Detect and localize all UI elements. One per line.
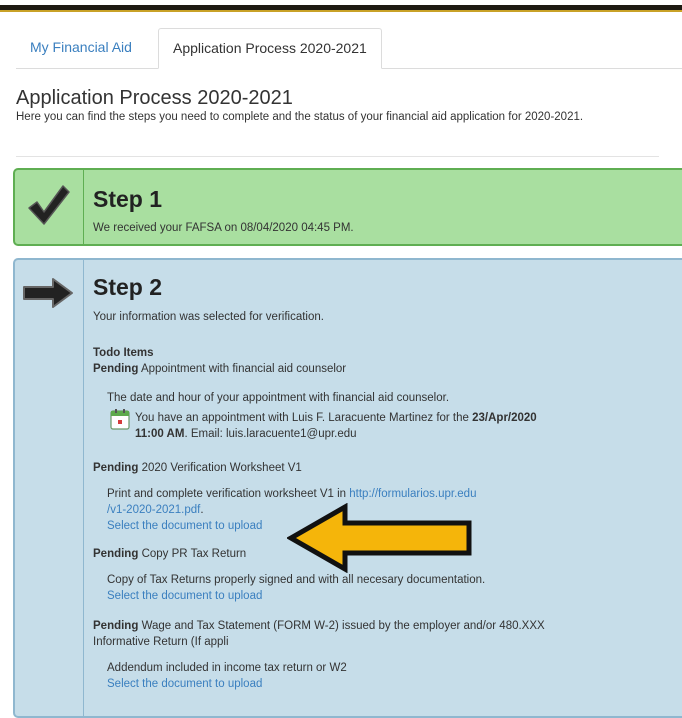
appointment-date: 23/Apr/2020	[472, 412, 537, 424]
divider	[16, 156, 659, 157]
appointment-details: You have an appointment with Luis F. Lar…	[135, 410, 595, 442]
todo-item-w2: Pending Wage and Tax Statement (FORM W-2…	[93, 618, 613, 650]
w2-description: Addendum included in income tax return o…	[107, 662, 347, 674]
todo-item-verification-worksheet: Pending 2020 Verification Worksheet V1	[93, 460, 302, 476]
upload-document-link[interactable]: Select the document to upload	[107, 590, 262, 602]
appointment-time: 11:00 AM	[135, 428, 185, 440]
appointment-prefix: You have an appointment with Luis F. Lar…	[135, 412, 473, 424]
appointment-email: . Email: luis.laracuente1@upr.edu	[184, 428, 357, 440]
todo-item-name: Wage and Tax Statement (FORM W-2) issued…	[141, 620, 545, 632]
step-2-text: Your information was selected for verifi…	[93, 311, 324, 323]
step-1-icon-column	[15, 170, 84, 244]
step-1-panel: Step 1 We received your FAFSA on 08/04/2…	[13, 168, 682, 246]
worksheet-link-suffix: .	[200, 504, 204, 516]
todo-item-description: The date and hour of your appointment wi…	[107, 392, 450, 404]
status-badge: Pending	[93, 462, 139, 474]
step-1-title: Step 1	[93, 186, 163, 212]
tax-return-description: Copy of Tax Returns properly signed and …	[107, 574, 486, 586]
top-accent-bar	[0, 0, 682, 12]
tab-application-process[interactable]: Application Process 2020-2021	[158, 28, 382, 69]
checkmark-icon	[28, 185, 70, 225]
status-badge: Pending	[93, 620, 139, 632]
annotation-arrow-icon	[287, 503, 472, 573]
step-2-icon-column	[15, 260, 84, 716]
tab-my-financial-aid[interactable]: My Financial Aid	[16, 28, 146, 67]
status-badge: Pending	[93, 363, 139, 375]
tab-bar: My Financial Aid Application Process 202…	[16, 24, 682, 69]
todo-item-name: Appointment with financial aid counselor	[140, 363, 347, 375]
worksheet-link[interactable]: http://formularios.upr.edu	[349, 488, 476, 500]
arrow-right-icon	[23, 278, 73, 308]
step-2-title: Step 2	[93, 274, 163, 300]
worksheet-link-continued[interactable]: /v1-2020-2021.pdf	[107, 504, 200, 516]
todo-item-description: Addendum included in income tax return o…	[107, 660, 587, 692]
worksheet-description: Print and complete verification workshee…	[107, 488, 350, 500]
todo-item-tax-return: Pending Copy PR Tax Return	[93, 546, 246, 562]
todo-header: Todo Items	[93, 347, 154, 359]
calendar-icon	[110, 409, 130, 430]
todo-item-name: 2020 Verification Worksheet V1	[141, 462, 302, 474]
status-badge: Pending	[93, 548, 139, 560]
todo-item-name-continued: Informative Return (If appli	[93, 636, 229, 648]
step-1-text: We received your FAFSA on 08/04/2020 04:…	[93, 222, 354, 234]
page-title: Application Process 2020-2021	[16, 87, 293, 109]
upload-document-link[interactable]: Select the document to upload	[107, 678, 262, 690]
page-description: Here you can find the steps you need to …	[16, 111, 584, 123]
step-2-panel: Step 2 Your information was selected for…	[13, 258, 682, 718]
todo-item-appointment: Pending Appointment with financial aid c…	[93, 361, 346, 377]
todo-item-description: Copy of Tax Returns properly signed and …	[107, 572, 587, 604]
todo-item-name: Copy PR Tax Return	[141, 548, 247, 560]
upload-document-link[interactable]: Select the document to upload	[107, 520, 262, 532]
